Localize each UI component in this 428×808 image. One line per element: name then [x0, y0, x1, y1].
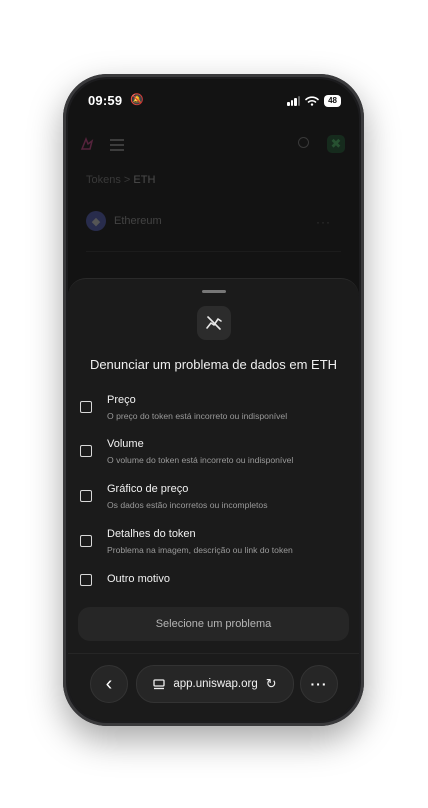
address-bar[interactable]: app.uniswap.org ↻ — [136, 665, 294, 703]
wifi-icon — [305, 96, 319, 106]
page-icon — [153, 678, 165, 689]
drag-handle[interactable] — [201, 290, 226, 293]
checkbox[interactable] — [80, 490, 92, 502]
phone-frame: 09:59 🔕 48 ✖ Tokens > ETH ◆ Ethereum ···… — [63, 74, 364, 726]
breadcrumb-tokens[interactable]: Tokens — [86, 174, 121, 186]
option-description: O preço do token está incorreto ou indis… — [107, 411, 288, 421]
divider — [86, 251, 341, 252]
option-title: Outro motivo — [107, 573, 170, 585]
sheet-title: Denunciar um problema de dados em ETH — [89, 357, 338, 372]
option-title: Detalhes do token — [107, 528, 196, 540]
more-options-icon[interactable]: ··· — [316, 215, 331, 229]
status-time: 09:59 — [88, 93, 123, 108]
chevron-left-icon: ‹ — [105, 673, 113, 695]
screen: 09:59 🔕 48 ✖ Tokens > ETH ◆ Ethereum ···… — [68, 79, 359, 721]
chart-off-icon — [196, 306, 231, 340]
reload-icon[interactable]: ↻ — [266, 676, 277, 692]
checkbox[interactable] — [80, 535, 92, 547]
checkbox[interactable] — [80, 574, 92, 586]
avatar[interactable]: ✖ — [327, 135, 345, 153]
battery-indicator: 48 — [324, 95, 341, 107]
submit-button[interactable]: Selecione um problema — [78, 607, 349, 641]
breadcrumb: Tokens > ETH — [86, 174, 155, 186]
option-description: Problema na imagem, descrição ou link do… — [107, 545, 293, 555]
hamburger-menu-icon[interactable] — [110, 139, 124, 154]
search-icon[interactable] — [298, 137, 309, 148]
breadcrumb-current: ETH — [133, 174, 156, 186]
uniswap-logo-icon — [80, 137, 94, 150]
option-title: Gráfico de preço — [107, 483, 189, 495]
url-text: app.uniswap.org — [173, 678, 258, 690]
ethereum-icon: ◆ — [86, 211, 106, 231]
breadcrumb-separator: > — [123, 174, 131, 186]
browser-toolbar: ‹ app.uniswap.org ↻ ··· — [68, 653, 359, 721]
signal-icon — [287, 96, 301, 106]
token-name: Ethereum — [114, 215, 162, 227]
option-title: Preço — [107, 394, 136, 406]
option-title: Volume — [107, 438, 144, 450]
back-button[interactable]: ‹ — [90, 665, 128, 703]
token-header: ◆ Ethereum — [86, 211, 162, 231]
more-button[interactable]: ··· — [300, 665, 338, 703]
checkbox[interactable] — [80, 401, 92, 413]
status-indicators: 48 — [287, 95, 341, 107]
ellipsis-icon: ··· — [310, 676, 328, 692]
bell-muted-icon: 🔕 — [130, 94, 144, 106]
status-bar: 09:59 🔕 48 — [68, 91, 359, 111]
option-description: Os dados estão incorretos ou incompletos — [107, 500, 268, 510]
option-description: O volume do token está incorreto ou indi… — [107, 455, 294, 465]
checkbox[interactable] — [80, 445, 92, 457]
